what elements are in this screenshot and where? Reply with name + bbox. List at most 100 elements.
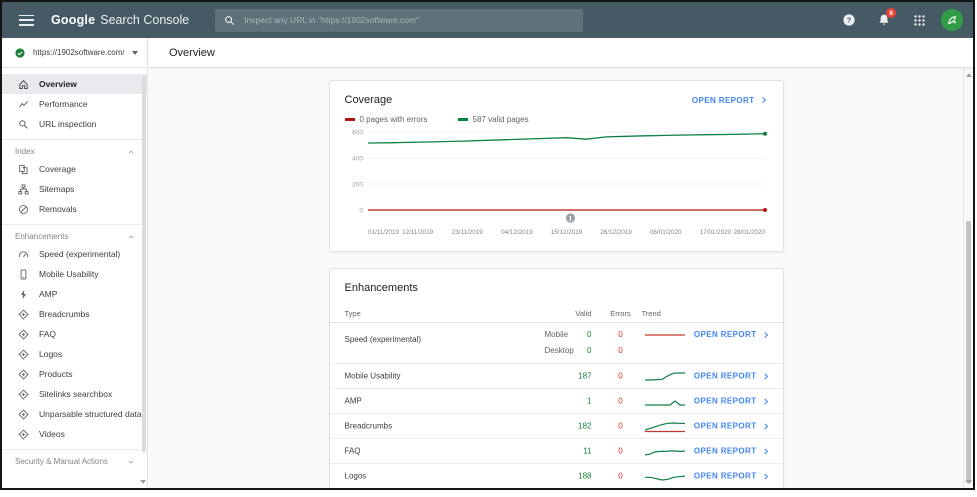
sidebar-item-label: Removals [39,204,77,214]
sidebar-item-products[interactable]: Products [2,364,147,384]
sidebar-item-performance[interactable]: Performance [2,94,147,114]
main-area: Overview Coverage OPEN REPORT 0 pages wi… [149,38,973,488]
section-title: Security & Manual Actions [15,457,108,466]
enhancements-table: Type Valid Errors Trend Speed (experimen… [329,304,783,488]
app-brand: Google Search Console [51,13,189,27]
section-enhancements[interactable]: Enhancements [2,224,147,244]
sidebar-item-coverage[interactable]: Coverage [2,159,147,179]
open-report-label: OPEN REPORT [691,95,755,105]
scroll-down-icon[interactable] [966,480,972,484]
sidebar-item-unparsable-structured-data[interactable]: Unparsable structured data [2,404,147,424]
menu-icon[interactable] [19,14,34,26]
amp-open-report-link[interactable]: OPEN REPORT [694,397,770,406]
sidebar-item-speed[interactable]: Speed (experimental) [2,244,147,264]
coverage-icon [18,164,29,175]
logos-open-report-link[interactable]: OPEN REPORT [694,472,770,481]
breadcrumbs-open-report-link[interactable]: OPEN REPORT [694,422,770,431]
section-index[interactable]: Index [2,139,147,159]
mobile-usability-open-report-link[interactable]: OPEN REPORT [694,372,770,381]
scroll-up-icon[interactable] [966,73,972,77]
sidebar-item-label: Logos [39,349,63,359]
rich-result-icon [18,308,29,320]
notifications-button[interactable]: 8 [871,7,897,33]
column-type: Type [344,309,361,318]
sidebar-item-label: Breadcrumbs [39,309,90,319]
sidebar-item-label: Products [39,369,73,379]
enhancement-type: Breadcrumbs [344,421,393,431]
coverage-card: Coverage OPEN REPORT 0 pages with errors… [328,80,784,252]
enhancement-type: Mobile Usability [344,371,401,381]
valid-count: 11 [583,446,592,456]
sidebar-item-videos[interactable]: Videos [2,424,147,444]
svg-text:15/12/2019: 15/12/2019 [550,229,582,236]
chevron-right-icon [763,372,768,380]
scrollbar-thumb[interactable] [966,221,971,483]
coverage-open-report-link[interactable]: OPEN REPORT [692,96,768,105]
error-count: 0 [618,471,623,481]
rich-result-icon [18,348,29,360]
chevron-right-icon [761,96,766,104]
search-input[interactable] [244,15,575,25]
sidebar-item-url-inspection[interactable]: URL inspection [2,114,147,134]
url-inspect-searchbox[interactable] [215,8,584,32]
rich-result-icon [18,408,29,420]
sidebar-item-overview[interactable]: Overview [2,74,147,94]
account-avatar[interactable] [941,9,963,31]
column-trend: Trend [641,309,661,318]
column-valid: Valid [575,309,592,318]
section-security-manual-actions[interactable]: Security & Manual Actions [2,449,147,469]
speed-open-report-link[interactable]: OPEN REPORT [694,330,770,339]
faq-open-report-link[interactable]: OPEN REPORT [694,447,770,456]
sidebar-item-label: Performance [39,99,88,109]
sidebar-item-faq[interactable]: FAQ [2,324,147,344]
svg-text:12/11/2019: 12/11/2019 [402,229,434,236]
sidebar-scroll-down-icon[interactable] [140,480,146,484]
speed-icon [18,249,29,260]
property-url: https://1902software.com/ [33,48,124,57]
sidebar-item-label: AMP [39,289,58,299]
sidebar-item-amp[interactable]: AMP [2,284,147,304]
sidebar-item-mobile-usability[interactable]: Mobile Usability [2,264,147,284]
topbar: Google Search Console ? 8 [2,2,973,38]
page-title: Overview [169,46,215,59]
sidebar-scrollbar[interactable] [141,70,147,488]
chevron-right-icon [763,447,768,455]
sidebar-item-label: Mobile Usability [39,269,99,279]
trend-sparkline [644,450,685,456]
legend-label: 587 valid pages [472,115,529,124]
coverage-chart[interactable]: 0200400600101/11/2019 12/11/2019 23/11/201… [344,126,771,238]
valid-count: 1 [587,396,592,406]
main-scrollbar[interactable] [963,69,973,488]
sidebar-item-sitelinks-searchbox[interactable]: Sitelinks searchbox [2,384,147,404]
removals-icon [18,204,29,215]
valid-swatch [457,118,468,121]
chevron-up-icon [128,234,134,238]
chevron-down-icon [132,50,138,55]
trend-sparkline [644,475,685,481]
sidebar-item-sitemaps[interactable]: Sitemaps [2,179,147,199]
sidebar-item-label: Unparsable structured data [39,409,142,419]
property-selector[interactable]: https://1902software.com/ [2,38,147,68]
rich-result-icon [18,368,29,380]
svg-text:23/11/2019: 23/11/2019 [451,229,483,236]
open-report-label: OPEN REPORT [693,446,757,456]
sidebar-item-breadcrumbs[interactable]: Breadcrumbs [2,304,147,324]
sidebar-item-removals[interactable]: Removals [2,199,147,219]
sidebar-item-label: URL inspection [39,119,97,129]
open-report-label: OPEN REPORT [693,421,757,431]
mobile-icon [18,268,29,280]
sidebar-item-label: Speed (experimental) [39,249,121,259]
table-row-faq: FAQ 11 0 OPEN REPORT [329,439,783,464]
column-errors: Errors [610,309,631,318]
brand-search-console: Search Console [100,13,190,27]
coverage-legend: 0 pages with errors 587 valid pages [330,112,783,126]
svg-text:0: 0 [359,207,363,214]
sidebar-item-logos[interactable]: Logos [2,344,147,364]
apps-grid-button[interactable] [906,7,932,33]
apps-grid-icon [913,14,925,26]
valid-count: 187 [578,371,592,381]
help-icon: ? [843,14,855,26]
legend-errors: 0 pages with errors [344,115,428,124]
sitemaps-icon [18,183,29,195]
help-button[interactable]: ? [836,7,862,33]
